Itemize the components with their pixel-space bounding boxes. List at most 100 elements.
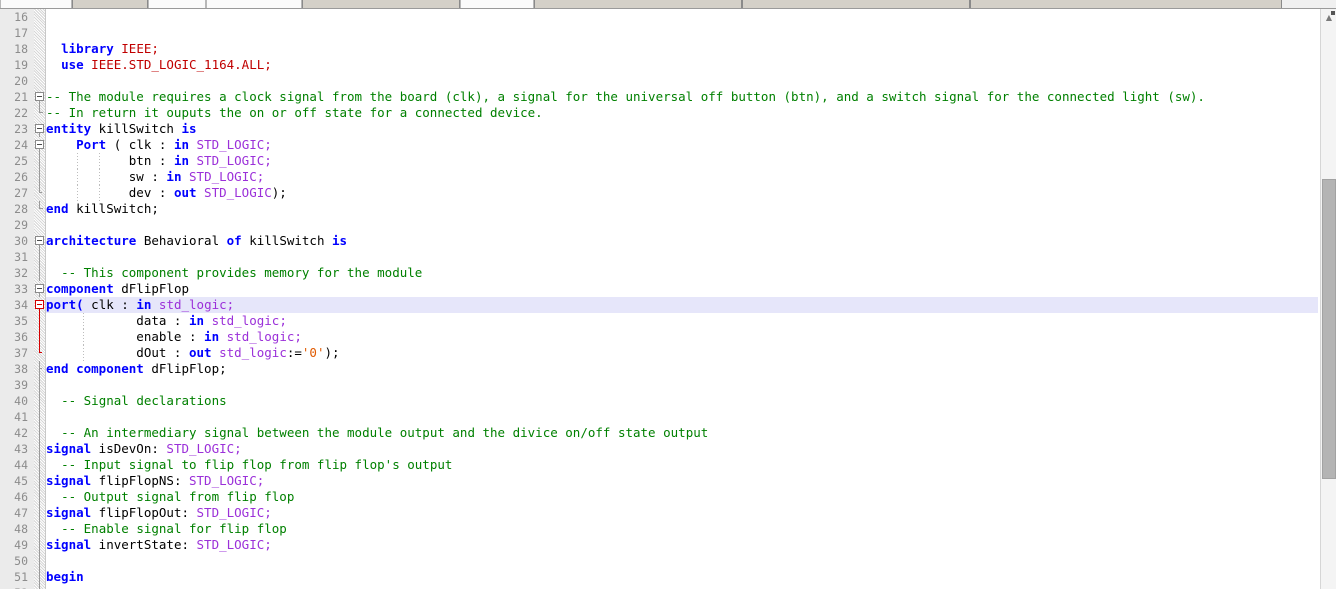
code-text[interactable]: -- This component provides memory for th… xyxy=(46,265,1318,281)
code-line[interactable]: 21 -- The module requires a clock signal … xyxy=(0,89,1336,105)
fold-marker[interactable] xyxy=(34,569,46,585)
code-text[interactable]: dev : out STD_LOGIC); xyxy=(46,185,1318,201)
fold-marker[interactable] xyxy=(34,105,46,121)
code-text[interactable]: end component dFlipFlop; xyxy=(46,361,1318,377)
code-line[interactable]: 20 xyxy=(0,73,1336,89)
code-text[interactable]: library IEEE; xyxy=(46,41,1318,57)
code-text[interactable] xyxy=(46,9,1318,25)
code-text[interactable]: -- Enable signal for flip flop xyxy=(46,521,1318,537)
code-text[interactable]: component dFlipFlop xyxy=(46,281,1318,297)
code-text[interactable]: data : in std_logic; xyxy=(46,313,1318,329)
toolbar-strip[interactable] xyxy=(0,0,1336,9)
code-line[interactable]: 24 Port ( clk : in STD_LOGIC; xyxy=(0,137,1336,153)
code-line[interactable]: 52 xyxy=(0,585,1336,589)
fold-marker[interactable] xyxy=(34,233,46,249)
toolbar-segment[interactable] xyxy=(970,0,1282,8)
code-line[interactable]: 22 -- In return it ouputs the on or off s… xyxy=(0,105,1336,121)
code-line[interactable]: 25 btn : in STD_LOGIC; xyxy=(0,153,1336,169)
toolbar-segment[interactable] xyxy=(72,0,148,8)
fold-marker[interactable] xyxy=(34,489,46,505)
code-line[interactable]: 31 xyxy=(0,249,1336,265)
code-text[interactable] xyxy=(46,409,1318,425)
code-text[interactable] xyxy=(46,217,1318,233)
fold-marker[interactable] xyxy=(34,473,46,489)
fold-marker[interactable] xyxy=(34,457,46,473)
fold-marker[interactable] xyxy=(34,313,46,329)
code-text[interactable]: signal flipFlopNS: STD_LOGIC; xyxy=(46,473,1318,489)
vertical-scrollbar[interactable]: ▲ xyxy=(1320,9,1336,589)
code-line[interactable]: 47 signal flipFlopOut: STD_LOGIC; xyxy=(0,505,1336,521)
code-text[interactable]: signal flipFlopOut: STD_LOGIC; xyxy=(46,505,1318,521)
fold-collapse-icon[interactable] xyxy=(35,124,44,133)
fold-marker[interactable] xyxy=(34,441,46,457)
code-text[interactable]: begin xyxy=(46,569,1318,585)
code-line[interactable]: 50 xyxy=(0,553,1336,569)
code-text[interactable]: signal invertState: STD_LOGIC; xyxy=(46,537,1318,553)
fold-marker[interactable] xyxy=(34,505,46,521)
code-text[interactable]: dOut : out std_logic:='0'); xyxy=(46,345,1318,361)
fold-marker[interactable] xyxy=(34,553,46,569)
fold-marker[interactable] xyxy=(34,89,46,105)
fold-marker[interactable] xyxy=(34,345,46,361)
fold-collapse-icon[interactable] xyxy=(35,236,44,245)
code-line[interactable]: 44 -- Input signal to flip flop from fli… xyxy=(0,457,1336,473)
code-text[interactable] xyxy=(46,377,1318,393)
fold-marker[interactable] xyxy=(34,281,46,297)
code-text[interactable]: architecture Behavioral of killSwitch is xyxy=(46,233,1318,249)
code-text[interactable] xyxy=(46,249,1318,265)
code-line[interactable]: 32 -- This component provides memory for… xyxy=(0,265,1336,281)
code-line[interactable]: 46 -- Output signal from flip flop xyxy=(0,489,1336,505)
code-line[interactable]: 34 port( clk : in std_logic; xyxy=(0,297,1336,313)
code-line[interactable]: 40 -- Signal declarations xyxy=(0,393,1336,409)
code-text[interactable]: Port ( clk : in STD_LOGIC; xyxy=(46,137,1318,153)
code-text[interactable]: entity killSwitch is xyxy=(46,121,1318,137)
code-line[interactable]: 33 component dFlipFlop xyxy=(0,281,1336,297)
fold-marker[interactable] xyxy=(34,121,46,137)
fold-marker[interactable] xyxy=(34,153,46,169)
code-text[interactable] xyxy=(46,73,1318,89)
code-text[interactable]: -- Output signal from flip flop xyxy=(46,489,1318,505)
code-line[interactable]: 45 signal flipFlopNS: STD_LOGIC; xyxy=(0,473,1336,489)
code-text[interactable]: -- The module requires a clock signal fr… xyxy=(46,89,1318,105)
fold-marker[interactable] xyxy=(34,409,46,425)
code-text[interactable]: -- Input signal to flip flop from flip f… xyxy=(46,457,1318,473)
toolbar-segment[interactable] xyxy=(206,0,302,8)
code-text[interactable] xyxy=(46,25,1318,41)
code-text[interactable]: end killSwitch; xyxy=(46,201,1318,217)
code-text[interactable] xyxy=(46,585,1318,589)
fold-marker[interactable] xyxy=(34,297,46,313)
toolbar-segment[interactable] xyxy=(460,0,534,8)
fold-marker[interactable] xyxy=(34,537,46,553)
code-line[interactable]: 26 sw : in STD_LOGIC; xyxy=(0,169,1336,185)
fold-marker[interactable] xyxy=(34,361,46,377)
fold-marker[interactable] xyxy=(34,425,46,441)
fold-collapse-icon[interactable] xyxy=(35,300,44,309)
toolbar-segment[interactable] xyxy=(742,0,970,8)
code-line[interactable]: 17 xyxy=(0,25,1336,41)
code-text[interactable]: enable : in std_logic; xyxy=(46,329,1318,345)
fold-marker[interactable] xyxy=(34,521,46,537)
code-line[interactable]: 35 data : in std_logic; xyxy=(0,313,1336,329)
fold-collapse-icon[interactable] xyxy=(35,284,44,293)
code-line[interactable]: 18 library IEEE; xyxy=(0,41,1336,57)
fold-marker[interactable] xyxy=(34,169,46,185)
code-line[interactable]: 49 signal invertState: STD_LOGIC; xyxy=(0,537,1336,553)
code-line[interactable]: 29 xyxy=(0,217,1336,233)
code-line[interactable]: 41 xyxy=(0,409,1336,425)
toolbar-segment[interactable] xyxy=(534,0,742,8)
code-text[interactable]: btn : in STD_LOGIC; xyxy=(46,153,1318,169)
fold-marker[interactable] xyxy=(34,265,46,281)
code-line[interactable]: 28 end killSwitch; xyxy=(0,201,1336,217)
fold-marker[interactable] xyxy=(34,137,46,153)
code-line[interactable]: 51 begin xyxy=(0,569,1336,585)
fold-marker[interactable] xyxy=(34,329,46,345)
code-line[interactable]: 27 dev : out STD_LOGIC); xyxy=(0,185,1336,201)
code-line[interactable]: 39 xyxy=(0,377,1336,393)
code-text[interactable]: signal isDevOn: STD_LOGIC; xyxy=(46,441,1318,457)
code-line[interactable]: 23 entity killSwitch is xyxy=(0,121,1336,137)
toolbar-segment[interactable] xyxy=(302,0,460,8)
fold-marker[interactable] xyxy=(34,249,46,265)
code-text[interactable] xyxy=(46,553,1318,569)
code-line[interactable]: 36 enable : in std_logic; xyxy=(0,329,1336,345)
code-text[interactable]: port( clk : in std_logic; xyxy=(46,297,1318,313)
